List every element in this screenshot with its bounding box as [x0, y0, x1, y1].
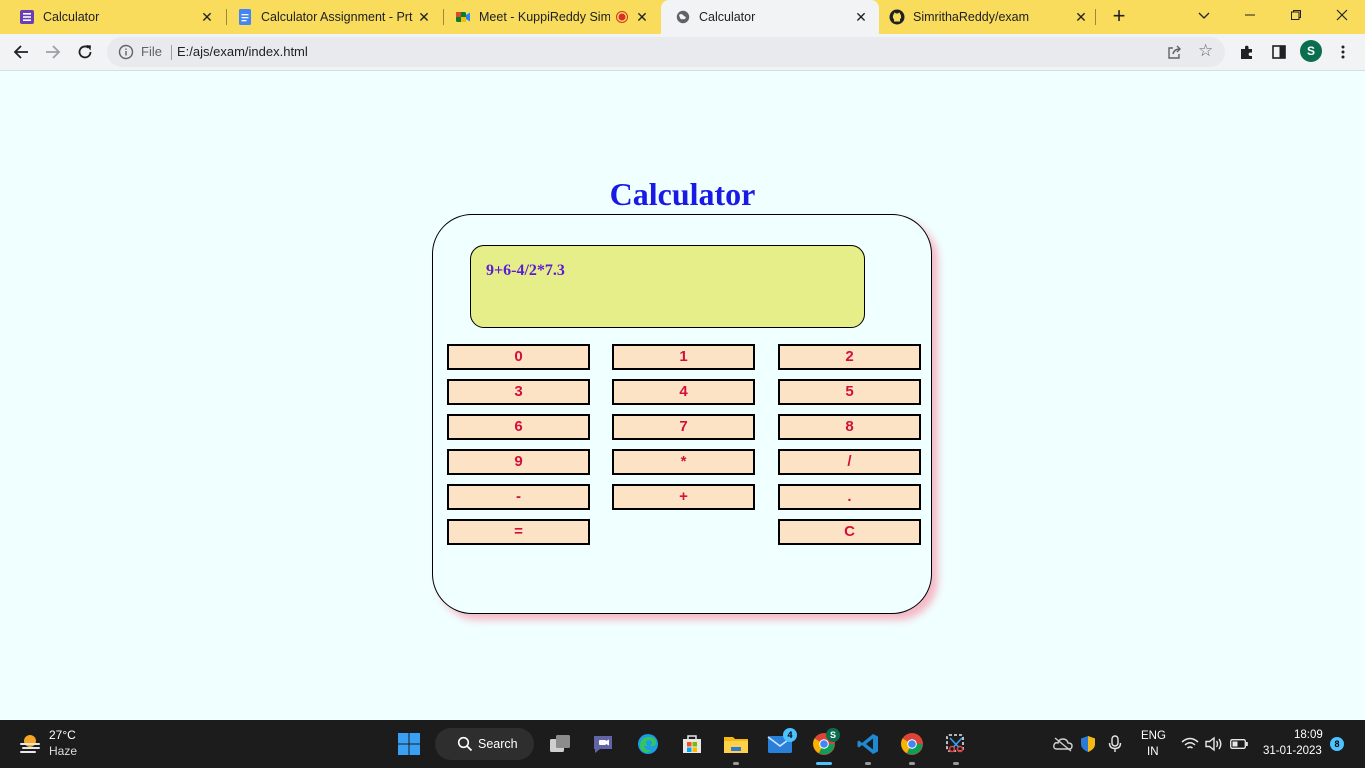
key-6[interactable]: 6 [447, 414, 590, 440]
calculator-body: 9+6-4/2*7.3 0 1 2 3 4 5 6 7 8 9 * / - + … [432, 214, 932, 614]
tab-strip: Calculator ✕ Calculator Assignment - Prt… [0, 0, 1365, 34]
back-icon[interactable] [9, 40, 33, 64]
key-decimal[interactable]: . [778, 484, 921, 510]
key-2[interactable]: 2 [778, 344, 921, 370]
taskbar-search[interactable]: Search [435, 728, 534, 760]
chrome-profile-badge: S [826, 728, 840, 742]
browser-toolbar: File E:/ajs/exam/index.html ☆ S [0, 34, 1365, 71]
running-indicator [909, 762, 915, 765]
scheme-label: File [141, 44, 162, 59]
key-5[interactable]: 5 [778, 379, 921, 405]
edge-icon[interactable] [634, 730, 662, 758]
close-icon[interactable]: ✕ [1073, 9, 1089, 25]
tab-title: Meet - KuppiReddy Simr [479, 10, 610, 24]
key-multiply[interactable]: * [612, 449, 755, 475]
globe-icon [675, 9, 691, 25]
haze-weather-icon[interactable] [18, 731, 42, 755]
clock-date[interactable]: 31-01-2023 [1263, 745, 1322, 757]
search-label: Search [478, 737, 518, 751]
tab-divider [1095, 9, 1096, 25]
tab-title: Calculator [699, 10, 756, 24]
windows-start-icon[interactable] [395, 730, 423, 758]
vscode-icon[interactable] [854, 730, 882, 758]
task-view-icon[interactable] [546, 730, 574, 758]
key-8[interactable]: 8 [778, 414, 921, 440]
close-icon[interactable]: ✕ [634, 9, 650, 25]
battery-icon[interactable] [1229, 734, 1249, 754]
search-icon [457, 736, 473, 752]
volume-icon[interactable] [1204, 734, 1224, 754]
side-panel-icon[interactable] [1267, 40, 1291, 64]
forward-icon[interactable] [41, 40, 65, 64]
key-7[interactable]: 7 [612, 414, 755, 440]
teams-chat-icon[interactable] [589, 730, 617, 758]
close-icon[interactable]: ✕ [853, 9, 869, 25]
key-clear[interactable]: C [778, 519, 921, 545]
key-plus[interactable]: + [612, 484, 755, 510]
tab-title: SimrithaReddy/exam [913, 10, 1030, 24]
tab-title: Calculator [43, 10, 100, 24]
new-tab-button[interactable]: + [1107, 5, 1131, 29]
extensions-icon[interactable] [1235, 40, 1259, 64]
microsoft-store-icon[interactable] [678, 730, 706, 758]
active-indicator [816, 762, 832, 765]
recording-icon [614, 9, 630, 25]
address-bar[interactable]: File E:/ajs/exam/index.html ☆ [107, 37, 1225, 67]
weather-temperature: 27°C [49, 728, 76, 742]
restore-icon[interactable] [1273, 0, 1319, 30]
running-indicator [733, 762, 739, 765]
docs-icon [237, 9, 253, 25]
tasks-list-icon [19, 9, 35, 25]
notification-badge[interactable]: 8 [1330, 737, 1344, 751]
tab-meet[interactable]: Meet - KuppiReddy Simr ✕ [436, 0, 660, 34]
clock-time[interactable]: 18:09 [1294, 729, 1323, 741]
microphone-icon[interactable] [1105, 734, 1125, 754]
tab-title: Calculator Assignment - Prt - [261, 10, 416, 24]
divider [171, 45, 172, 60]
running-indicator [953, 762, 959, 765]
mail-badge: 4 [783, 728, 797, 742]
wifi-icon[interactable] [1180, 734, 1200, 754]
calculator-display: 9+6-4/2*7.3 [470, 245, 865, 328]
language-indicator[interactable]: ENG [1141, 730, 1166, 742]
close-window-icon[interactable] [1319, 0, 1365, 30]
key-equals[interactable]: = [447, 519, 590, 545]
minimize-icon[interactable] [1227, 0, 1273, 30]
key-4[interactable]: 4 [612, 379, 755, 405]
tab-calculator-1[interactable]: Calculator ✕ [0, 0, 225, 34]
running-indicator [865, 762, 871, 765]
github-icon [889, 9, 905, 25]
bookmark-star-icon[interactable]: ☆ [1198, 42, 1213, 60]
snipping-tool-icon[interactable] [942, 730, 970, 758]
close-icon[interactable]: ✕ [416, 9, 432, 25]
chrome-icon-second[interactable] [898, 730, 926, 758]
profile-avatar[interactable]: S [1300, 40, 1322, 62]
defender-shield-icon[interactable] [1078, 734, 1098, 754]
key-minus[interactable]: - [447, 484, 590, 510]
file-explorer-icon[interactable] [722, 730, 750, 758]
key-3[interactable]: 3 [447, 379, 590, 405]
key-9[interactable]: 9 [447, 449, 590, 475]
tab-github[interactable]: SimrithaReddy/exam ✕ [879, 0, 1099, 34]
taskbar: 27°C Haze Search 4 S ENG IN 18:09 31-01-… [0, 720, 1365, 768]
weather-condition: Haze [49, 744, 78, 758]
menu-kebab-icon[interactable] [1331, 40, 1355, 64]
tab-search-icon[interactable] [1181, 0, 1227, 30]
share-icon[interactable] [1167, 44, 1183, 60]
reload-icon[interactable] [73, 40, 97, 64]
key-0[interactable]: 0 [447, 344, 590, 370]
close-icon[interactable]: ✕ [199, 9, 215, 25]
region-indicator[interactable]: IN [1147, 746, 1159, 758]
page-title: Calculator [609, 176, 756, 212]
key-1[interactable]: 1 [612, 344, 755, 370]
info-icon[interactable] [118, 44, 134, 60]
onedrive-icon[interactable] [1053, 734, 1073, 754]
meet-icon [455, 9, 471, 25]
url-text[interactable]: E:/ajs/exam/index.html [177, 44, 308, 59]
key-divide[interactable]: / [778, 449, 921, 475]
tab-calculator-active[interactable]: Calculator ✕ [661, 0, 879, 34]
tab-calculator-assignment[interactable]: Calculator Assignment - Prt - ✕ [218, 0, 442, 34]
